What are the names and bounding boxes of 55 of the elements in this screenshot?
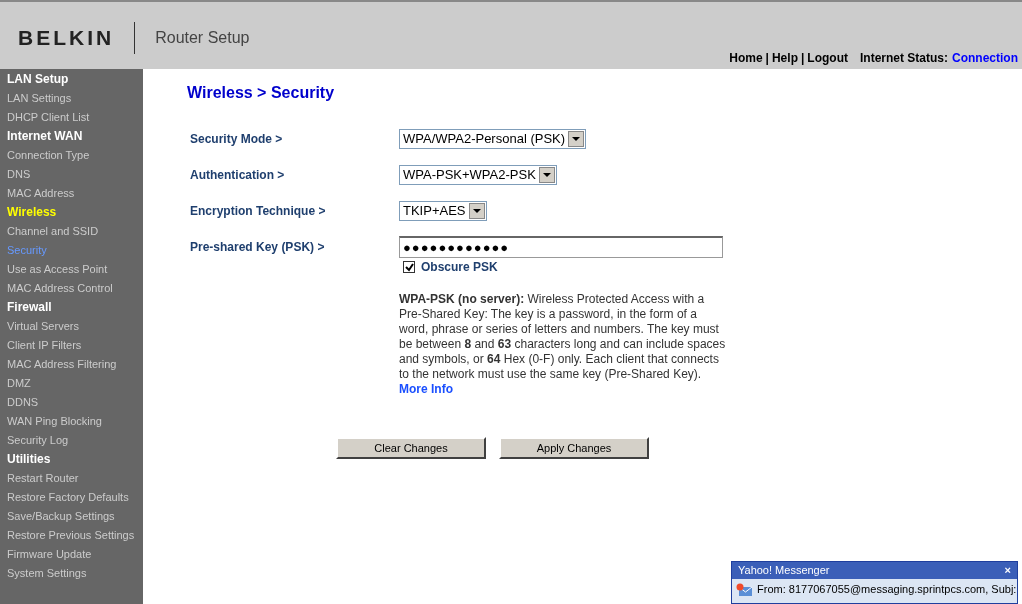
sidebar-item[interactable]: Security Log bbox=[7, 431, 143, 450]
logo: BELKIN bbox=[18, 24, 115, 51]
field-label: Authentication > bbox=[190, 167, 286, 184]
nav-link[interactable]: Help bbox=[771, 49, 798, 67]
description-text: WPA-PSK (no server): Wireless Protected Access with a Pre-Shared Key: The key is a password, in the form of a word, phrase or series of letters and numbers. The key must be between 8 and 63 characters long and can include spaces and symbols, or 64 Hex (0-F) only. Each client that connects to the network must use the same key (Pre-Shared Key). More Info bbox=[399, 292, 727, 397]
more-info-link[interactable]: More Info bbox=[399, 382, 453, 396]
separator: | bbox=[765, 50, 769, 67]
checkbox[interactable] bbox=[403, 261, 415, 273]
sidebar-item[interactable]: Client IP Filters bbox=[7, 336, 143, 355]
sidebar-item[interactable]: MAC Address Control bbox=[7, 279, 143, 298]
close-button[interactable]: × bbox=[1004, 562, 1011, 579]
sidebar-item[interactable]: MAC Address Filtering bbox=[7, 355, 143, 374]
password-field[interactable]: ●●●●●●●●●●●● bbox=[399, 236, 723, 258]
nav-link[interactable]: Home bbox=[729, 49, 763, 67]
sidebar-item[interactable]: Firmware Update bbox=[7, 545, 143, 564]
separator: | bbox=[800, 50, 805, 67]
sidebar-item[interactable]: DDNS bbox=[7, 393, 143, 412]
sidebar-item[interactable]: DNS bbox=[7, 165, 143, 184]
page-heading: Router Setup bbox=[155, 27, 250, 48]
sidebar-item[interactable]: Restore Previous Settings bbox=[7, 526, 143, 545]
popup-message: From: 8177067055@messaging.sprintpcs.com, Subj: bbox=[757, 582, 1017, 597]
dropdown[interactable]: WPA-PSK+WPA2-PSK bbox=[399, 165, 557, 185]
popup-title: Yahoo! Messenger bbox=[738, 563, 830, 579]
sidebar-item[interactable]: Channel and SSID bbox=[7, 222, 143, 241]
checkbox-label: Obscure PSK bbox=[421, 259, 498, 276]
envelope-icon bbox=[736, 582, 752, 596]
field-label: Pre-shared Key (PSK) > bbox=[190, 239, 326, 256]
sidebar-item[interactable]: Restore Factory Defaults bbox=[7, 488, 143, 507]
action-button[interactable]: Clear Changes bbox=[336, 437, 486, 459]
sidebar-item[interactable]: DHCP Client List bbox=[7, 108, 143, 127]
sidebar-item[interactable]: WAN Ping Blocking bbox=[7, 412, 143, 431]
sidebar-item[interactable]: DMZ bbox=[7, 374, 143, 393]
action-button[interactable]: Apply Changes bbox=[499, 437, 649, 459]
sidebar-item[interactable]: Restart Router bbox=[7, 469, 143, 488]
sidebar-item[interactable]: Virtual Servers bbox=[7, 317, 143, 336]
dropdown[interactable]: WPA/WPA2-Personal (PSK) bbox=[399, 129, 587, 149]
sidebar-item[interactable]: Save/Backup Settings bbox=[7, 507, 143, 526]
field-label: Security Mode > bbox=[190, 131, 284, 148]
sidebar-heading[interactable]: Wireless bbox=[7, 203, 143, 222]
sidebar-heading[interactable]: Utilities bbox=[7, 450, 143, 469]
sidebar-heading[interactable]: Firewall bbox=[7, 298, 143, 317]
status-link[interactable]: Connection bbox=[952, 49, 1018, 67]
sidebar-heading[interactable]: LAN Setup bbox=[7, 70, 143, 89]
dropdown[interactable]: TKIP+AES bbox=[399, 201, 487, 221]
status-label: Internet Status: bbox=[860, 50, 948, 67]
sidebar-item[interactable]: Security bbox=[7, 241, 143, 260]
sidebar-item[interactable]: Use as Access Point bbox=[7, 260, 143, 279]
sidebar-item[interactable]: System Settings bbox=[7, 564, 143, 583]
page-title: Wireless > Security bbox=[187, 83, 335, 103]
sidebar-item[interactable]: MAC Address bbox=[7, 184, 143, 203]
sidebar-item[interactable]: LAN Settings bbox=[7, 89, 143, 108]
sidebar-heading[interactable]: Internet WAN bbox=[7, 127, 143, 146]
nav-link[interactable]: Logout bbox=[807, 49, 848, 67]
sidebar-item[interactable]: Connection Type bbox=[7, 146, 143, 165]
field-label: Encryption Technique > bbox=[190, 203, 327, 220]
